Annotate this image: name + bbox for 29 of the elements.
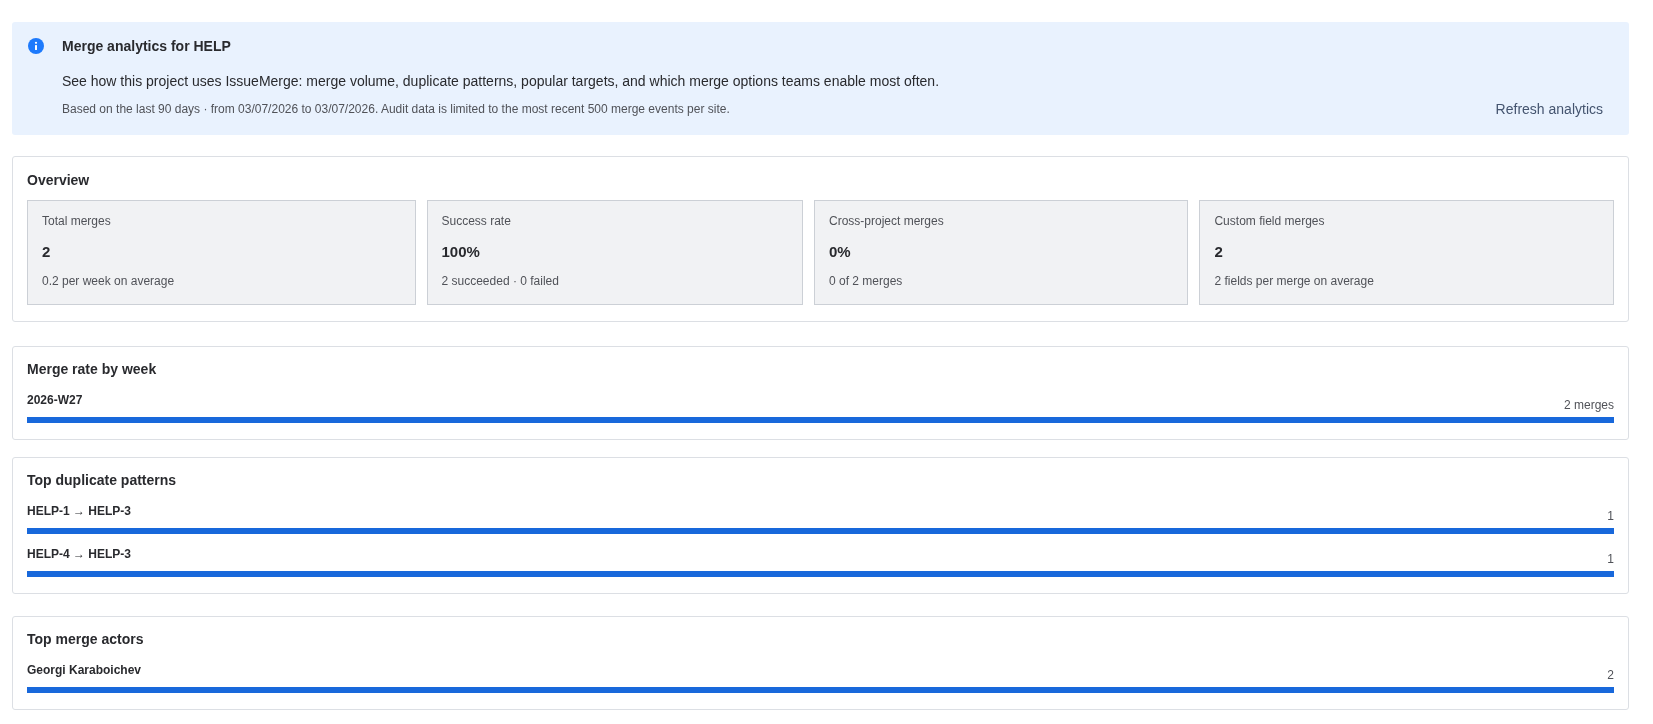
banner-description: See how this project uses IssueMerge: merge volume, duplicate patterns, popular targets, and which merge options teams enable most often. [62,72,941,91]
banner-title: Merge analytics for HELP [62,37,232,56]
stat-detail: 2 succeeded · 0 failed [441,273,560,289]
stat-label: Total merges [42,213,112,229]
bar-value: 1 [1607,551,1614,567]
bar-label: Georgi Karaboichev [27,662,142,678]
bar-value: 1 [1607,508,1614,524]
stat-detail: 2 fields per merge on average [1214,273,1375,289]
bar-value: 2 merges [1563,397,1614,413]
panel-title: Overview [27,171,91,190]
stat-detail: 0 of 2 merges [829,273,904,289]
bar-label: HELP-1 → HELP-3 [27,503,131,519]
date-range-note: Based on the last 90 days · from 03/07/2026 to 03/07/2026. Audit data is limited to the most recent 500 merge events per site. [62,101,730,117]
panel-title: Top merge actors [27,630,145,649]
stat-label: Custom field merges [1214,213,1326,229]
bar-value: 2 [1607,667,1614,683]
panel-title: Merge rate by week [27,360,158,379]
stat-label: Success rate [441,213,512,229]
stat-value: 2 [42,242,52,262]
panel-title: Top duplicate patterns [27,471,178,490]
stat-value: 2 [1214,242,1224,262]
refresh-analytics-button[interactable]: Refresh analytics [1483,95,1615,123]
stat-value: 0% [829,242,852,262]
stat-value: 100% [441,242,481,262]
info-icon [28,38,44,54]
bar-label: HELP-4 → HELP-3 [27,546,131,562]
stat-label: Cross-project merges [829,213,945,229]
bar-label: 2026-W27 [27,392,83,408]
stat-detail: 0.2 per week on average [42,273,176,289]
